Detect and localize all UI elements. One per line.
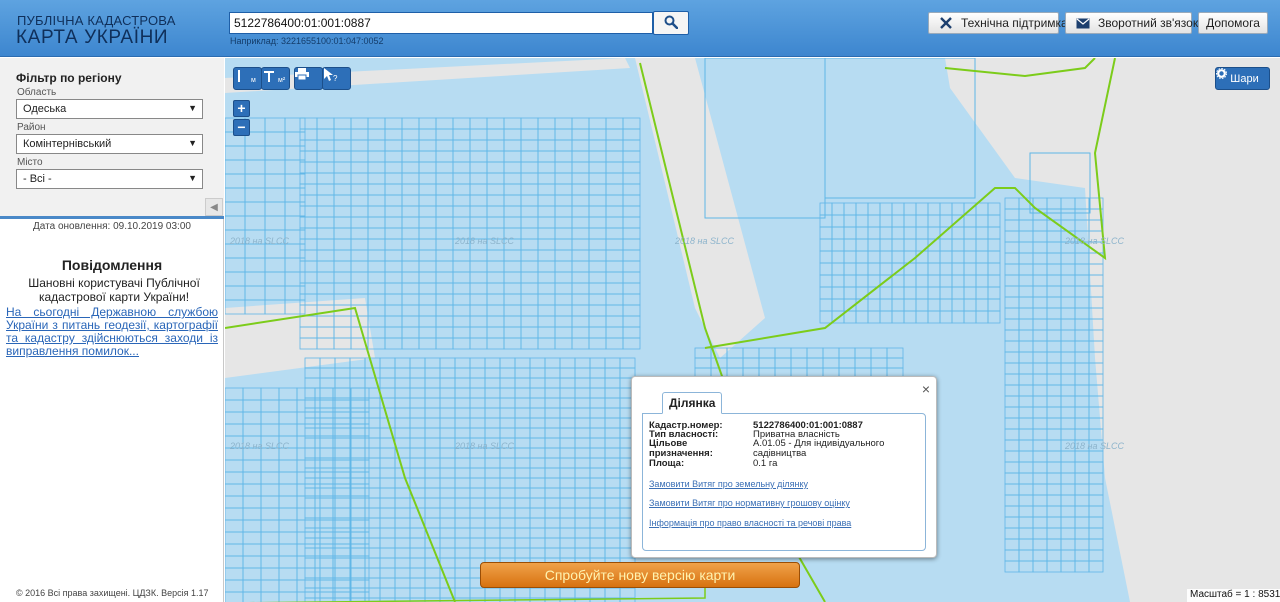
try-new-version-button[interactable]: Спробуйте нову версію карти xyxy=(480,562,800,588)
close-icon[interactable]: × xyxy=(922,381,930,397)
city-label: Місто xyxy=(17,157,43,168)
map-watermark: 2018 на SLCC xyxy=(1065,236,1124,246)
district-label: Район xyxy=(17,122,46,133)
measure-length-button[interactable]: м xyxy=(233,67,262,90)
region-filter: Фільтр по регіону Область Одеська ▼ Райо… xyxy=(0,58,224,219)
update-date: Дата оновлення: 09.10.2019 03:00 xyxy=(33,221,191,232)
parcel-block xyxy=(299,117,641,350)
wrench-icon xyxy=(939,16,953,30)
parcel-info-panel: Кадастр.номер: 5122786400:01:001:0887 Ти… xyxy=(642,413,926,551)
help-label: Допомога xyxy=(1206,16,1260,30)
notice-link[interactable]: На сьогодні Державною службою України з … xyxy=(6,306,218,358)
layers-button[interactable]: Шари xyxy=(1215,67,1270,90)
dropdown-arrow-icon: ▼ xyxy=(188,173,197,183)
city-select[interactable]: - Всі - ▼ xyxy=(16,169,203,189)
district-select[interactable]: Комінтернівський ▼ xyxy=(16,134,203,154)
logo-line1[interactable]: ПУБЛІЧНА КАДАСТРОВА xyxy=(17,13,176,28)
field-label: Цільове призначення: xyxy=(649,438,713,459)
map-watermark: 2018 на SLCC xyxy=(675,236,734,246)
copyright: © 2016 Всі права захищені. ЦДЗК. Версія … xyxy=(16,588,209,598)
feedback-label: Зворотний зв'язок xyxy=(1098,16,1199,30)
measure-area-unit: м² xyxy=(278,77,286,84)
chevron-left-icon: ◀ xyxy=(210,201,218,213)
measure-area-button[interactable]: м² xyxy=(261,67,290,90)
land-purpose: A.01.05 - Для індивідуального садівництв… xyxy=(753,438,885,459)
ownership-info-link[interactable]: Інформація про право власності та речові… xyxy=(649,518,851,528)
map-watermark: 2018 на SLCC xyxy=(455,441,514,451)
district-value: Комінтернівський xyxy=(23,138,112,150)
zoom-in-button[interactable]: + xyxy=(233,100,250,117)
measure-length-unit: м xyxy=(251,77,256,84)
order-extract-link[interactable]: Замовити Витяг про земельну ділянку xyxy=(649,479,808,489)
order-valuation-link[interactable]: Замовити Витяг про нормативну грошову оц… xyxy=(649,498,850,508)
help-button[interactable]: Допомога xyxy=(1198,12,1268,34)
sidebar: Фільтр по регіону Область Одеська ▼ Райо… xyxy=(0,58,224,602)
identify-button[interactable]: ? xyxy=(322,67,351,90)
search-icon xyxy=(664,15,679,32)
region-select[interactable]: Одеська ▼ xyxy=(16,99,203,119)
map-canvas[interactable]: 2018 на SLCC 2018 на SLCC 2018 на SLCC 2… xyxy=(225,58,1280,602)
support-label: Технічна підтримка xyxy=(961,16,1068,30)
search-button[interactable] xyxy=(653,11,689,35)
layers-label: Шари xyxy=(1230,72,1259,85)
map-watermark: 2018 на SLCC xyxy=(1065,441,1124,451)
dropdown-arrow-icon: ▼ xyxy=(188,138,197,148)
map-watermark: 2018 на SLCC xyxy=(230,236,289,246)
region-value: Одеська xyxy=(23,103,67,115)
envelope-icon xyxy=(1076,18,1090,29)
tab-parcel[interactable]: Ділянка xyxy=(662,392,723,414)
filter-title: Фільтр по регіону xyxy=(16,71,122,85)
svg-text:?: ? xyxy=(333,74,338,82)
notice-title: Повідомлення xyxy=(61,257,163,273)
search-input[interactable] xyxy=(229,12,653,34)
map-scale: Масштаб = 1 : 8531 xyxy=(1187,589,1280,602)
map-watermark: 2018 на SLCC xyxy=(455,236,514,246)
collapse-sidebar-button[interactable]: ◀ xyxy=(205,198,223,216)
parcel-area: 0.1 га xyxy=(753,458,778,469)
region-label: Область xyxy=(17,87,57,98)
dropdown-arrow-icon: ▼ xyxy=(188,103,197,113)
zoom-out-button[interactable]: − xyxy=(233,119,250,136)
header: ПУБЛІЧНА КАДАСТРОВА КАРТА УКРАЇНИ Наприк… xyxy=(0,0,1280,57)
support-button[interactable]: Технічна підтримка xyxy=(928,12,1068,34)
city-value: - Всі - xyxy=(23,173,52,185)
search-hint: Наприклад: 3221655100:01:047:0052 xyxy=(230,36,384,46)
feedback-button[interactable]: Зворотний зв'язок xyxy=(1065,12,1198,34)
print-button[interactable] xyxy=(294,67,323,90)
parcel-popup: × Ділянка Кадастр.номер: 5122786400:01:0… xyxy=(631,376,937,558)
field-label: Площа: xyxy=(649,458,685,469)
notice-body: Шановні користувачі Публічної кадастрово… xyxy=(28,276,200,304)
map-watermark: 2018 на SLCC xyxy=(230,441,289,451)
logo-line2[interactable]: КАРТА УКРАЇНИ xyxy=(16,27,168,49)
